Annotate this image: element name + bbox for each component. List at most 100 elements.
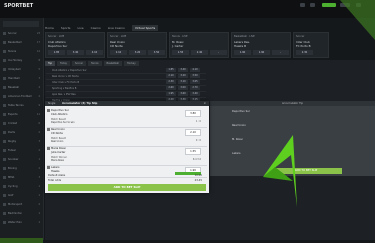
odds-button[interactable]: 4.10 xyxy=(190,68,200,72)
sidebar-item[interactable]: Cricket 6 xyxy=(3,122,40,126)
tab-tennis[interactable]: Tennis xyxy=(88,61,102,66)
sidebar-item[interactable]: Baseball 4 xyxy=(3,86,40,90)
sport-icon xyxy=(3,104,6,107)
sidebar-item-label: Cricket xyxy=(8,122,18,125)
tab-today[interactable]: Today xyxy=(57,61,70,66)
odds-button[interactable]: 1.55 xyxy=(172,50,189,55)
sidebar-active-item[interactable] xyxy=(0,238,43,243)
odds-button[interactable]: 3.60 xyxy=(178,92,188,96)
odds-button[interactable]: 2.10 xyxy=(110,50,127,55)
sidebar-item-label: Volleyball xyxy=(8,68,21,71)
sidebar-item[interactable]: Water Polo 1 xyxy=(3,221,40,225)
odds-button[interactable]: 2.40 xyxy=(191,50,208,55)
sport-icon xyxy=(3,131,6,134)
sidebar-search[interactable] xyxy=(3,21,39,27)
sidebar-item-count: 1 xyxy=(38,158,40,161)
bet-odds[interactable]: 1.55 xyxy=(185,148,201,155)
sidebar-item-count: 3 xyxy=(38,140,40,143)
bet-odds[interactable]: 2.10 xyxy=(185,129,201,136)
odds-button[interactable]: 1.85 xyxy=(166,68,176,72)
sidebar-item[interactable]: Darts 2 xyxy=(3,131,40,135)
sidebar-item[interactable]: MMA 3 xyxy=(3,176,40,180)
featured-card[interactable]: Tennis · LIVE M. Rossi J. Carter 1.55 2.… xyxy=(169,32,229,58)
sidebar-item[interactable]: Golf 1 xyxy=(3,194,40,198)
sport-icon xyxy=(3,122,6,125)
bet-team-2: Club Atletico xyxy=(51,113,68,116)
tab-basketball[interactable]: Basketball xyxy=(103,61,122,66)
odds-button[interactable]: 3.50 xyxy=(190,74,200,78)
subnav-item[interactable]: Live xyxy=(77,25,83,31)
sidebar-item[interactable]: Esports 11 xyxy=(3,113,40,117)
odds-button[interactable]: 3.00 xyxy=(178,86,188,90)
tab-top[interactable]: Top xyxy=(45,61,56,66)
card-team-2: Deportivo Sur xyxy=(48,44,68,48)
betslip-modal: Single Accumulator (4) Tip Slip × Deport… xyxy=(45,101,209,193)
sport-icon xyxy=(3,32,6,35)
add-to-betslip-button[interactable]: ADD TO BET SLIP xyxy=(48,184,206,191)
sidebar-item[interactable]: American Football 2 xyxy=(3,95,40,99)
sidebar-item[interactable]: Basketball 17 xyxy=(3,41,40,45)
odds-button[interactable]: 3.05 xyxy=(190,80,200,84)
sidebar-item[interactable]: Rugby 3 xyxy=(3,140,40,144)
sidebar-item[interactable]: Boxing 2 xyxy=(3,167,40,171)
sidebar-item-count: 9 xyxy=(38,104,40,107)
subnav-item[interactable]: Casino xyxy=(91,25,101,31)
sidebar-item[interactable]: Snooker 1 xyxy=(3,158,40,162)
tab-hockey[interactable]: Hockey xyxy=(123,61,139,66)
subnav-item[interactable]: Home xyxy=(45,25,54,31)
featured-card[interactable]: Soccer · LIVE Real Union CD Norte 2.10 3… xyxy=(107,32,167,58)
odds-button[interactable]: 3.40 xyxy=(190,92,200,96)
betslip-status: Single xyxy=(48,102,56,105)
subnav-item[interactable]: Sports xyxy=(61,25,71,31)
tab-soccer[interactable]: Soccer xyxy=(71,61,87,66)
soccer-ball-icon xyxy=(47,128,50,131)
sidebar-item[interactable]: Volleyball 5 xyxy=(3,68,40,72)
odds-button[interactable]: 4.10 xyxy=(86,50,103,55)
odds-button[interactable]: 3.10 xyxy=(178,80,188,84)
card-team-2: J. Carter xyxy=(172,44,184,48)
tennis-ball-icon xyxy=(47,147,50,150)
odds-button[interactable]: 1.85 xyxy=(48,50,65,55)
odds-button[interactable]: 2.60 xyxy=(166,86,176,90)
card-header: Soccer · LIVE xyxy=(110,35,127,38)
sidebar-item[interactable]: Badminton 1 xyxy=(3,212,40,216)
subnav-item-active[interactable]: Virtual Sports xyxy=(131,25,159,31)
bet-odds[interactable]: 3.80 xyxy=(185,110,201,117)
sidebar-item-count: 4 xyxy=(38,86,40,89)
odds-button[interactable]: 2.70 xyxy=(190,86,200,90)
match-name: Inter Club v FC Porto B xyxy=(52,81,80,84)
sport-icon xyxy=(3,212,6,215)
odds-button[interactable]: 3.20 xyxy=(178,74,188,78)
sidebar-item-label: Esports xyxy=(8,113,18,116)
green-streak xyxy=(340,0,375,40)
sidebar-item[interactable]: Handball 3 xyxy=(3,77,40,81)
sidebar-item-label: Snooker xyxy=(8,158,19,161)
odds-button[interactable]: 3.40 xyxy=(178,68,188,72)
bet-pick: Maria Rossi xyxy=(51,159,65,162)
sport-icon xyxy=(3,59,6,62)
sidebar-item-count: 8 xyxy=(38,59,40,62)
sidebar-item[interactable]: Soccer 23 xyxy=(3,32,40,36)
featured-card[interactable]: Soccer · LIVE Club Atletico Deportivo Su… xyxy=(45,32,105,58)
odds-button[interactable]: 2.10 xyxy=(166,74,176,78)
odds-button[interactable]: 1.95 xyxy=(166,92,176,96)
sidebar-item-label: Darts xyxy=(8,131,16,134)
sidebar: Soccer 23 Basketball 17 Tennis 12 Ice Hockey 8 V… xyxy=(0,18,44,243)
odds-button[interactable]: 3.20 xyxy=(129,50,146,55)
sidebar-item[interactable]: Cycling 1 xyxy=(3,185,40,189)
odds-button[interactable]: - xyxy=(210,50,227,55)
sidebar-item[interactable]: Ice Hockey 8 xyxy=(3,59,40,63)
logo[interactable]: SPORTBET xyxy=(4,3,33,9)
sidebar-item-count: 1 xyxy=(38,185,40,188)
odds-button[interactable]: 3.50 xyxy=(148,50,165,55)
odds-button[interactable]: 3.40 xyxy=(67,50,84,55)
close-icon[interactable]: × xyxy=(203,101,206,106)
sidebar-item[interactable]: Tennis 12 xyxy=(3,50,40,54)
sport-icon xyxy=(3,95,6,98)
sidebar-item[interactable]: Futsal 2 xyxy=(3,149,40,153)
sidebar-item[interactable]: Table Tennis 9 xyxy=(3,104,40,108)
green-arrow-shade xyxy=(263,167,293,181)
sidebar-item[interactable]: Motorsport 2 xyxy=(3,203,40,207)
odds-button[interactable]: 2.30 xyxy=(166,80,176,84)
subnav-item[interactable]: Live Casino xyxy=(108,25,125,31)
